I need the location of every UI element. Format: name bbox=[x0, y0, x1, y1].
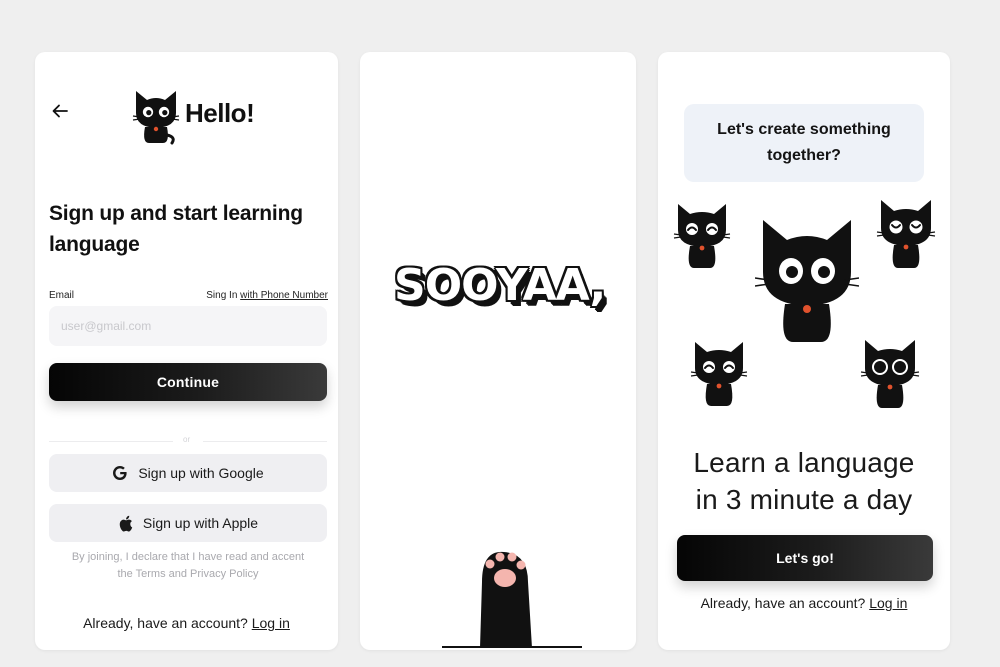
bubble-text: Let's create something together? bbox=[717, 121, 891, 164]
onboarding-screen: Let's create something together? Learn a… bbox=[658, 52, 950, 650]
login-link[interactable]: Log in bbox=[252, 615, 290, 631]
squint-cat-icon bbox=[876, 200, 936, 268]
phone-signin-prefix: Sing In bbox=[206, 290, 238, 301]
account-prompt: Already, have an account? bbox=[700, 595, 866, 611]
google-signup-button[interactable]: Sign up with Google bbox=[49, 454, 327, 492]
or-divider-text: or bbox=[183, 435, 191, 444]
account-row: Already, have an account? Log in bbox=[35, 615, 338, 631]
apple-signup-button[interactable]: Sign up with Apple bbox=[49, 504, 327, 542]
divider bbox=[49, 441, 173, 442]
happy-cat-icon bbox=[690, 342, 748, 406]
apple-signup-label: Sign up with Apple bbox=[142, 515, 259, 531]
terms-privacy-link[interactable]: the Terms and Privacy Policy bbox=[117, 568, 258, 580]
email-label: Email bbox=[49, 290, 75, 301]
email-field[interactable] bbox=[49, 306, 327, 346]
apple-icon bbox=[119, 515, 133, 532]
google-icon bbox=[113, 466, 127, 480]
speech-bubble: Let's create something together? bbox=[684, 104, 924, 182]
tagline-line-2: in 3 minute a day bbox=[695, 484, 913, 515]
page-title: Sign up and start learning language bbox=[49, 202, 303, 256]
back-arrow-icon[interactable] bbox=[51, 102, 69, 120]
continue-button[interactable]: Continue bbox=[49, 363, 327, 401]
tagline: Learn a language in 3 minute a day bbox=[658, 444, 950, 518]
happy-cat-icon bbox=[673, 204, 731, 268]
login-link[interactable]: Log in bbox=[869, 595, 907, 611]
google-signup-label: Sign up with Google bbox=[138, 465, 264, 481]
lets-go-button[interactable]: Let's go! bbox=[677, 535, 933, 581]
legal-text: By joining, I declare that I have read a… bbox=[71, 551, 305, 563]
signup-screen: Hello! Sign up and start learning langua… bbox=[35, 52, 338, 650]
greeting-heading: Hello! bbox=[185, 98, 255, 128]
brand-logo: SOOYAA, bbox=[394, 260, 606, 311]
cat-paw-icon bbox=[442, 551, 582, 648]
divider bbox=[203, 441, 327, 442]
phone-number-link[interactable]: with Phone Number bbox=[240, 290, 328, 301]
phone-signin-link[interactable]: Sing In with Phone Number bbox=[206, 290, 328, 301]
cat-mascot-icon bbox=[132, 91, 180, 145]
tagline-line-1: Learn a language bbox=[693, 447, 915, 478]
account-prompt: Already, have an account? bbox=[83, 615, 248, 631]
account-row: Already, have an account? Log in bbox=[658, 595, 950, 611]
splash-screen: SOOYAA, bbox=[360, 52, 636, 650]
ring-eyes-cat-icon bbox=[860, 340, 920, 408]
cat-mascot-icon bbox=[755, 220, 859, 342]
